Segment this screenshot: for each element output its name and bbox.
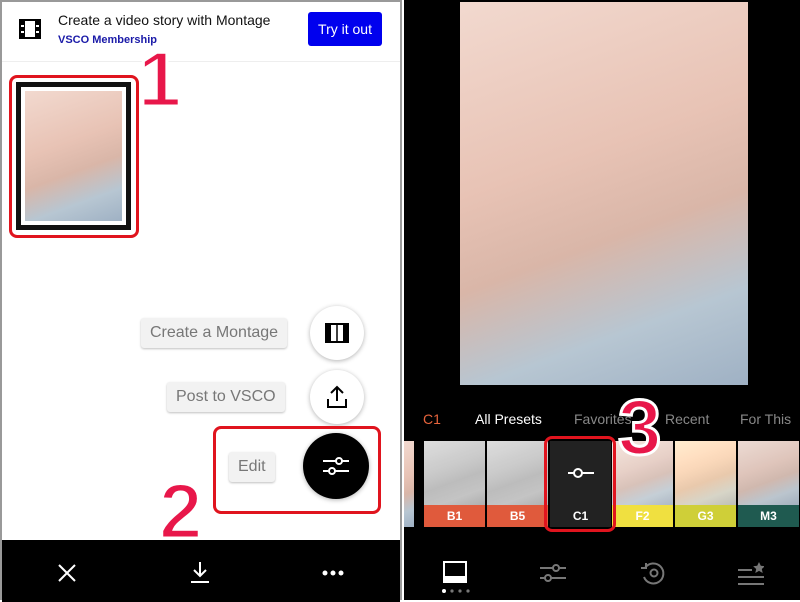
download-icon[interactable] bbox=[189, 560, 211, 584]
try-it-out-button[interactable]: Try it out bbox=[308, 12, 382, 46]
film-icon bbox=[19, 19, 41, 39]
preset-thumbnail-partial[interactable] bbox=[404, 441, 414, 527]
tab-all-presets[interactable]: All Presets bbox=[475, 411, 542, 427]
montage-banner: Create a video story with Montage VSCO M… bbox=[2, 2, 400, 62]
step-number-2: 2 bbox=[157, 467, 203, 555]
montage-button[interactable] bbox=[310, 306, 364, 360]
highlight-box-1 bbox=[9, 75, 139, 238]
history-icon[interactable] bbox=[640, 560, 666, 586]
tab-for-this[interactable]: For This bbox=[740, 411, 791, 427]
recipes-icon[interactable] bbox=[738, 562, 764, 586]
highlight-box-2 bbox=[213, 426, 381, 514]
banner-title: Create a video story with Montage bbox=[58, 12, 271, 28]
highlight-box-3 bbox=[544, 436, 616, 532]
post-to-vsco-label[interactable]: Post to VSCO bbox=[167, 382, 285, 412]
share-icon bbox=[327, 385, 347, 408]
preset-b5[interactable]: B5 bbox=[487, 441, 548, 527]
step-number-3: 3 bbox=[616, 383, 662, 471]
tab-recent[interactable]: Recent bbox=[665, 411, 709, 427]
photo-preview bbox=[460, 2, 748, 385]
step-number-1: 1 bbox=[136, 35, 182, 123]
presets-icon[interactable] bbox=[443, 561, 467, 583]
adjust-icon[interactable] bbox=[540, 562, 566, 584]
more-icon[interactable] bbox=[322, 570, 344, 576]
preset-b1[interactable]: B1 bbox=[424, 441, 485, 527]
post-button[interactable] bbox=[310, 370, 364, 424]
film-icon bbox=[325, 323, 349, 343]
vsco-studio-panel: Create a video story with Montage VSCO M… bbox=[0, 0, 402, 602]
preset-m3[interactable]: M3 bbox=[738, 441, 799, 527]
preset-g3[interactable]: G3 bbox=[675, 441, 736, 527]
create-montage-label[interactable]: Create a Montage bbox=[141, 318, 288, 348]
editor-panel: C1 All Presets Favorites Recent For This… bbox=[404, 0, 800, 600]
close-icon[interactable] bbox=[58, 564, 76, 582]
tab-current[interactable]: C1 bbox=[423, 411, 441, 427]
page-dots bbox=[442, 589, 470, 593]
